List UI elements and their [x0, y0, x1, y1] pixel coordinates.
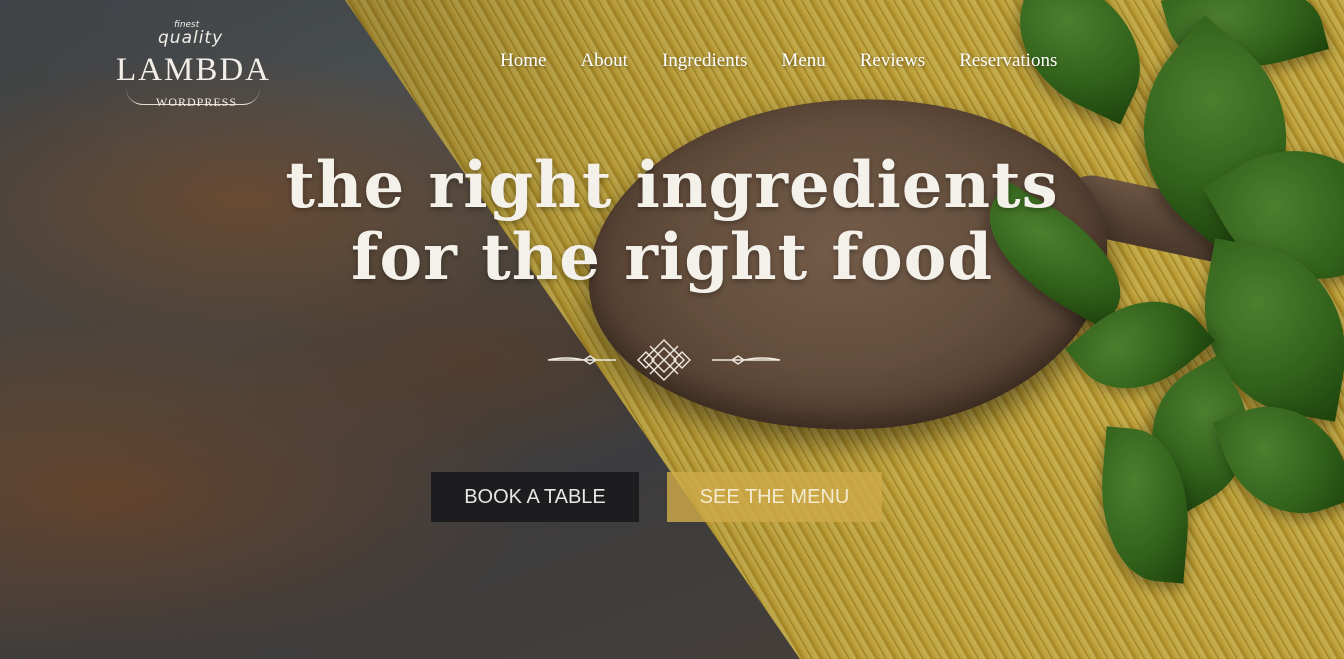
book-table-button[interactable]: BOOK A TABLE [431, 472, 639, 522]
logo-quality-text: quality [158, 28, 224, 48]
nav-item-home[interactable]: Home [500, 50, 546, 74]
nav-item-about[interactable]: About [580, 50, 628, 74]
celtic-knot-divider-icon [547, 339, 781, 381]
site-logo[interactable]: finest quality LAMBDA WORDPRESS [112, 18, 274, 114]
logo-wordpress-text: WORDPRESS [156, 95, 238, 109]
logo-name-text: LAMBDA [116, 52, 272, 88]
hero-headline: the right ingredients for the right food [272, 150, 1072, 294]
nav-item-reservations[interactable]: Reservations [959, 50, 1057, 74]
nav-item-reviews[interactable]: Reviews [860, 50, 925, 74]
hero-headline-line2: for the right food [350, 220, 994, 295]
hero-headline-line1: the right ingredients [285, 148, 1059, 223]
see-menu-button[interactable]: SEE THE MENU [667, 472, 882, 522]
main-nav: Home About Ingredients Menu Reviews Rese… [500, 50, 1057, 74]
nav-item-ingredients[interactable]: Ingredients [662, 50, 747, 74]
nav-item-menu[interactable]: Menu [781, 50, 825, 74]
